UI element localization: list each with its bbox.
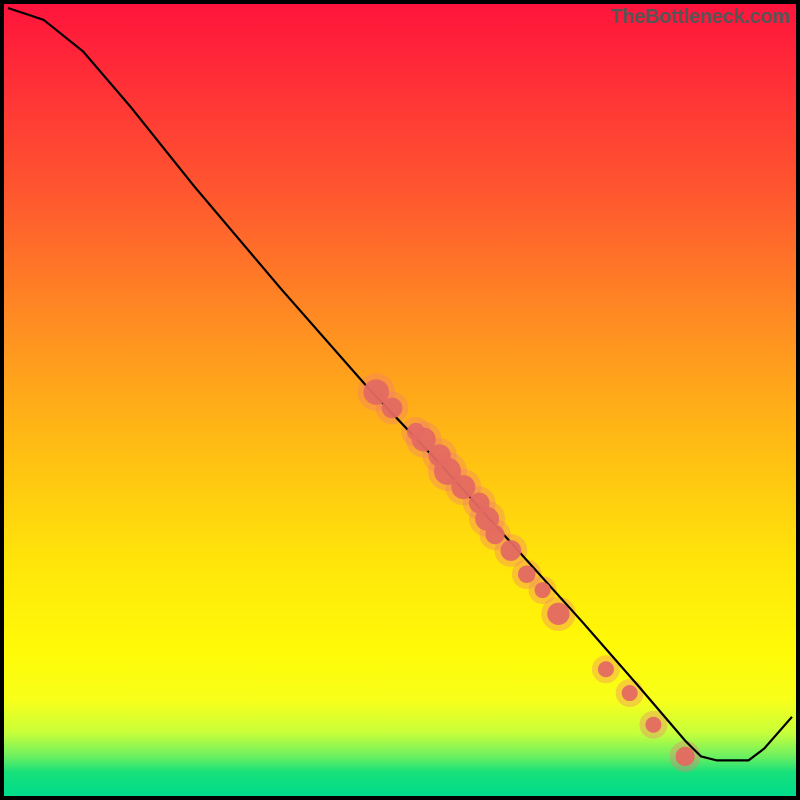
plot-frame-bottom [0, 796, 800, 800]
plot-frame-left [0, 0, 4, 800]
watermark-text: TheBottleneck.com [611, 6, 790, 29]
plot-frame-top [0, 0, 800, 4]
chart-stage: TheBottleneck.com [0, 0, 800, 800]
plot-frame-right [796, 0, 800, 800]
chart-background-gradient [4, 4, 796, 796]
